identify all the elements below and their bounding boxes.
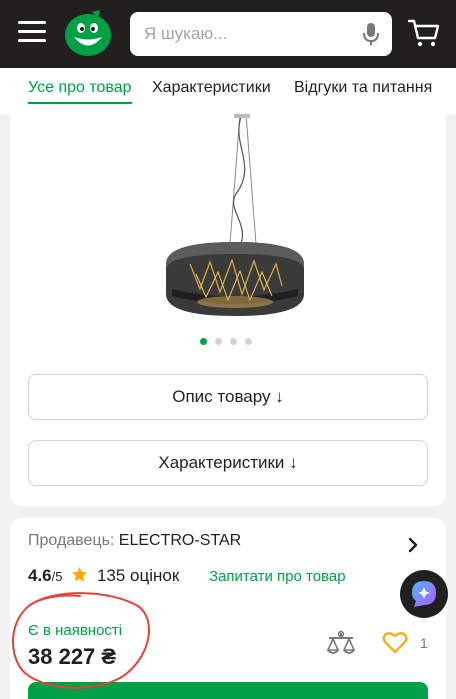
- search-input[interactable]: [144, 12, 354, 56]
- ask-about-product-link[interactable]: Запитати про товар: [209, 568, 346, 585]
- menu-icon[interactable]: [18, 20, 46, 44]
- seller-info[interactable]: Продавець: ELECTRO-STAR: [28, 532, 241, 550]
- cart-icon[interactable]: [408, 18, 440, 48]
- sparkle-chat-icon: [412, 581, 436, 607]
- product-gallery-card: Опис товару ↓ Характеристики ↓: [10, 114, 446, 506]
- product-characteristics-button[interactable]: Характеристики ↓: [28, 440, 428, 486]
- chevron-right-icon[interactable]: [406, 536, 420, 554]
- product-description-button[interactable]: Опис товару ↓: [28, 374, 428, 420]
- buy-button[interactable]: [28, 682, 428, 699]
- top-header: [0, 0, 456, 68]
- gallery-dot[interactable]: [200, 338, 207, 345]
- gallery-dot[interactable]: [230, 338, 237, 345]
- availability-status: Є в наявності: [28, 622, 123, 639]
- active-tab-indicator: [28, 102, 132, 104]
- tab-reviews-questions[interactable]: Відгуки та питання: [294, 79, 432, 97]
- reviews-count-link[interactable]: 135 оцінок: [97, 566, 179, 585]
- rating-row: 4.6/5 135 оцінок: [28, 566, 179, 588]
- rozetka-logo[interactable]: [62, 10, 114, 58]
- product-price: 38 227 ₴: [28, 644, 117, 669]
- ai-assistant-button[interactable]: [400, 570, 448, 618]
- seller-label: Продавець:: [28, 532, 115, 549]
- gallery-dot[interactable]: [215, 338, 222, 345]
- tab-all-about-product[interactable]: Усе про товар: [28, 79, 132, 97]
- rating-scale: /5: [51, 569, 63, 584]
- tab-characteristics[interactable]: Характеристики: [152, 79, 271, 97]
- gallery-dot[interactable]: [245, 338, 252, 345]
- product-tabs: Усе про товар Характеристики Відгуки та …: [0, 68, 456, 114]
- star-icon: [72, 566, 88, 582]
- favorites-count: 1: [420, 635, 428, 651]
- product-purchase-card: Продавець: ELECTRO-STAR 4.6/5 135 оцінок…: [10, 518, 446, 699]
- seller-name: ELECTRO-STAR: [118, 532, 242, 549]
- microphone-icon[interactable]: [362, 22, 380, 46]
- gallery-pagination: [200, 338, 270, 346]
- compare-scales-icon[interactable]: [326, 630, 356, 658]
- favorite-heart-icon[interactable]: [382, 630, 408, 654]
- product-image[interactable]: [160, 114, 310, 324]
- rating-value: 4.6: [28, 566, 52, 585]
- search-box[interactable]: [130, 12, 392, 56]
